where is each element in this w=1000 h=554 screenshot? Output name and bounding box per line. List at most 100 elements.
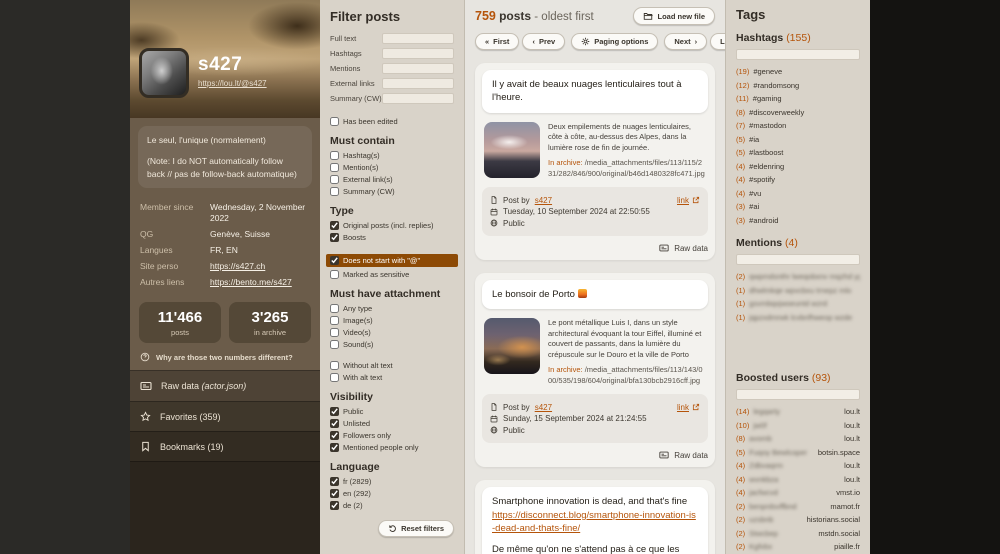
filter-checkbox[interactable] bbox=[330, 175, 339, 184]
stats-explanation-link[interactable]: Why are those two numbers different? bbox=[140, 352, 310, 362]
post-raw-data-button[interactable]: Raw data bbox=[482, 243, 708, 253]
filter-checkbox[interactable] bbox=[330, 328, 339, 337]
post-permalink[interactable]: link bbox=[677, 196, 700, 205]
hashtag-item[interactable]: (4) #eldenring bbox=[736, 160, 860, 174]
filter-checkbox-row[interactable]: Marked as sensitive bbox=[330, 270, 454, 279]
hashtag-item[interactable]: (19) #geneve bbox=[736, 65, 860, 79]
hashtag-item[interactable]: (4) #spotify bbox=[736, 173, 860, 187]
filter-checkbox[interactable] bbox=[330, 221, 339, 230]
hashtag-item[interactable]: (3) #android bbox=[736, 214, 860, 228]
filter-checkbox-row[interactable]: Sound(s) bbox=[330, 340, 454, 349]
hashtag-item[interactable]: (5) #lastboost bbox=[736, 146, 860, 160]
boosted-user-item[interactable]: (8) avomb lou.lt bbox=[736, 432, 860, 446]
sidebar-item-raw-data[interactable]: Raw data (actor.json) bbox=[130, 370, 320, 401]
attachment-thumbnail-clouds[interactable] bbox=[484, 122, 540, 178]
sidebar-item-favorites[interactable]: Favorites (359) bbox=[130, 401, 320, 431]
filter-checkbox[interactable] bbox=[330, 431, 339, 440]
post-author-link[interactable]: s427 bbox=[535, 403, 552, 412]
filter-checkbox-row[interactable]: External link(s) bbox=[330, 175, 454, 184]
filter-checkbox[interactable] bbox=[330, 489, 339, 498]
filter-checkbox[interactable] bbox=[330, 443, 339, 452]
hashtag-item[interactable]: (11) #gaming bbox=[736, 92, 860, 106]
load-new-file-button[interactable]: Load new file bbox=[633, 7, 715, 25]
filter-checkbox-row[interactable]: With alt text bbox=[330, 373, 454, 382]
hashtag-item[interactable]: (12) #randomsong bbox=[736, 79, 860, 93]
boosted-user-item[interactable]: (2) Kgfvbx piaille.fr bbox=[736, 540, 860, 554]
filter-checkbox[interactable] bbox=[330, 316, 339, 325]
filter-checkbox[interactable] bbox=[330, 270, 339, 279]
boosted-users-search-input[interactable] bbox=[736, 389, 860, 400]
reset-filters-button[interactable]: Reset filters bbox=[378, 520, 454, 537]
post-external-link[interactable]: https://disconnect.blog/smartphone-innov… bbox=[492, 510, 696, 534]
boosted-user-item[interactable]: (14) legqarty lou.lt bbox=[736, 405, 860, 419]
filter-checkbox-row[interactable]: Original posts (incl. replies) bbox=[330, 221, 454, 230]
mention-item[interactable]: (1) dhwlmkqe wpvcbxu trnepz mlo bbox=[736, 284, 860, 298]
attachment-thumbnail-porto[interactable] bbox=[484, 318, 540, 374]
mention-item[interactable]: (1) jqpzxdmrwk lcvbnfhweop wzde bbox=[736, 311, 860, 325]
paging-options-button[interactable]: Paging options bbox=[571, 33, 658, 50]
filter-checkbox-row[interactable]: Video(s) bbox=[330, 328, 454, 337]
filter-checkbox-row[interactable]: fr (2829) bbox=[330, 477, 454, 486]
filter-checkbox[interactable] bbox=[330, 373, 339, 382]
filter-checkbox[interactable] bbox=[330, 340, 339, 349]
filter-checkbox[interactable] bbox=[330, 187, 339, 196]
filter-checkbox-row[interactable]: Mention(s) bbox=[330, 163, 454, 172]
filter-checkbox-row[interactable]: Without alt text bbox=[330, 361, 454, 370]
autres-liens-link[interactable]: https://bento.me/s427 bbox=[210, 277, 292, 288]
filter-checkbox[interactable] bbox=[330, 407, 339, 416]
filter-checkbox[interactable] bbox=[330, 361, 339, 370]
filter-checkbox-row[interactable]: Public bbox=[330, 407, 454, 416]
filter-checkbox[interactable] bbox=[330, 233, 339, 242]
profile-url-link[interactable]: https://lou.lt/@s427 bbox=[198, 79, 267, 88]
filter-checkbox-row[interactable]: Unlisted bbox=[330, 419, 454, 428]
boosted-user-item[interactable]: (10) jw0f lou.lt bbox=[736, 419, 860, 433]
mention-item[interactable]: (1) gsvmbqxjwoeuntd wzrd bbox=[736, 297, 860, 311]
hashtag-item[interactable]: (8) #discoverweekly bbox=[736, 106, 860, 120]
sidebar-item-bookmarks[interactable]: Bookmarks (19) bbox=[130, 431, 320, 461]
filter-checkbox[interactable] bbox=[330, 419, 339, 428]
filter-text-input[interactable] bbox=[382, 48, 454, 59]
filter-checkbox-row[interactable]: Boosts bbox=[330, 233, 454, 242]
post-permalink[interactable]: link bbox=[677, 403, 700, 412]
filter-checkbox-row[interactable]: en (292) bbox=[330, 489, 454, 498]
mentions-search-input[interactable] bbox=[736, 254, 860, 265]
hashtag-item[interactable]: (3) #ai bbox=[736, 200, 860, 214]
boosted-user-item[interactable]: (4) Zdbvaqrm lou.lt bbox=[736, 459, 860, 473]
boosted-user-item[interactable]: (5) Fuqoy Bewlcoper botsin.space bbox=[736, 446, 860, 460]
filter-checkbox[interactable] bbox=[330, 163, 339, 172]
filter-text-input[interactable] bbox=[382, 63, 454, 74]
filter-checkbox-row[interactable]: Image(s) bbox=[330, 316, 454, 325]
filter-text-input[interactable] bbox=[382, 78, 454, 89]
filter-checkbox-row[interactable]: Mentioned people only bbox=[330, 443, 454, 452]
boosted-user-item[interactable]: (2) uzsbnb historians.social bbox=[736, 513, 860, 527]
filter-checkbox-row[interactable]: Hashtag(s) bbox=[330, 151, 454, 160]
hashtag-item[interactable]: (4) #vu bbox=[736, 187, 860, 201]
post-author-link[interactable]: s427 bbox=[535, 196, 552, 205]
last-page-button[interactable]: Last » bbox=[710, 33, 725, 50]
prev-page-button[interactable]: ‹ Prev bbox=[522, 33, 565, 50]
filter-checkbox-row[interactable]: Has been edited bbox=[330, 117, 454, 126]
filter-checkbox[interactable] bbox=[330, 117, 339, 126]
filter-checkbox[interactable] bbox=[330, 304, 339, 313]
filter-checkbox-row[interactable]: de (2) bbox=[330, 501, 454, 510]
boosted-user-item[interactable]: (2) Stwcbep mstdn.social bbox=[736, 527, 860, 541]
filter-checkbox-row[interactable]: Any type bbox=[330, 304, 454, 313]
filter-checkbox-row[interactable]: Does not start with "@" bbox=[326, 254, 458, 267]
boosted-user-item[interactable]: (4) jacfwcvd vmst.io bbox=[736, 486, 860, 500]
filter-checkbox[interactable] bbox=[330, 151, 339, 160]
hashtags-search-input[interactable] bbox=[736, 49, 860, 60]
next-page-button[interactable]: Next › bbox=[664, 33, 707, 50]
hashtag-item[interactable]: (5) #ia bbox=[736, 133, 860, 147]
site-perso-link[interactable]: https://s427.ch bbox=[210, 261, 265, 272]
hashtag-item[interactable]: (7) #mastodon bbox=[736, 119, 860, 133]
filter-checkbox-row[interactable]: Summary (CW) bbox=[330, 187, 454, 196]
first-page-button[interactable]: « First bbox=[475, 33, 519, 50]
post-raw-data-button[interactable]: Raw data bbox=[482, 450, 708, 460]
filter-text-input[interactable] bbox=[382, 93, 454, 104]
filter-checkbox-row[interactable]: Followers only bbox=[330, 431, 454, 440]
boosted-user-item[interactable]: (2) benprdsvffbnd mamot.fr bbox=[736, 500, 860, 514]
boosted-user-item[interactable]: (4) wvnkbza lou.lt bbox=[736, 473, 860, 487]
filter-checkbox[interactable] bbox=[330, 256, 339, 265]
mention-item[interactable]: (2) qwpmdsnthr lweqobxnv mqzhd ygkrs bbox=[736, 270, 860, 284]
filter-checkbox[interactable] bbox=[330, 501, 339, 510]
